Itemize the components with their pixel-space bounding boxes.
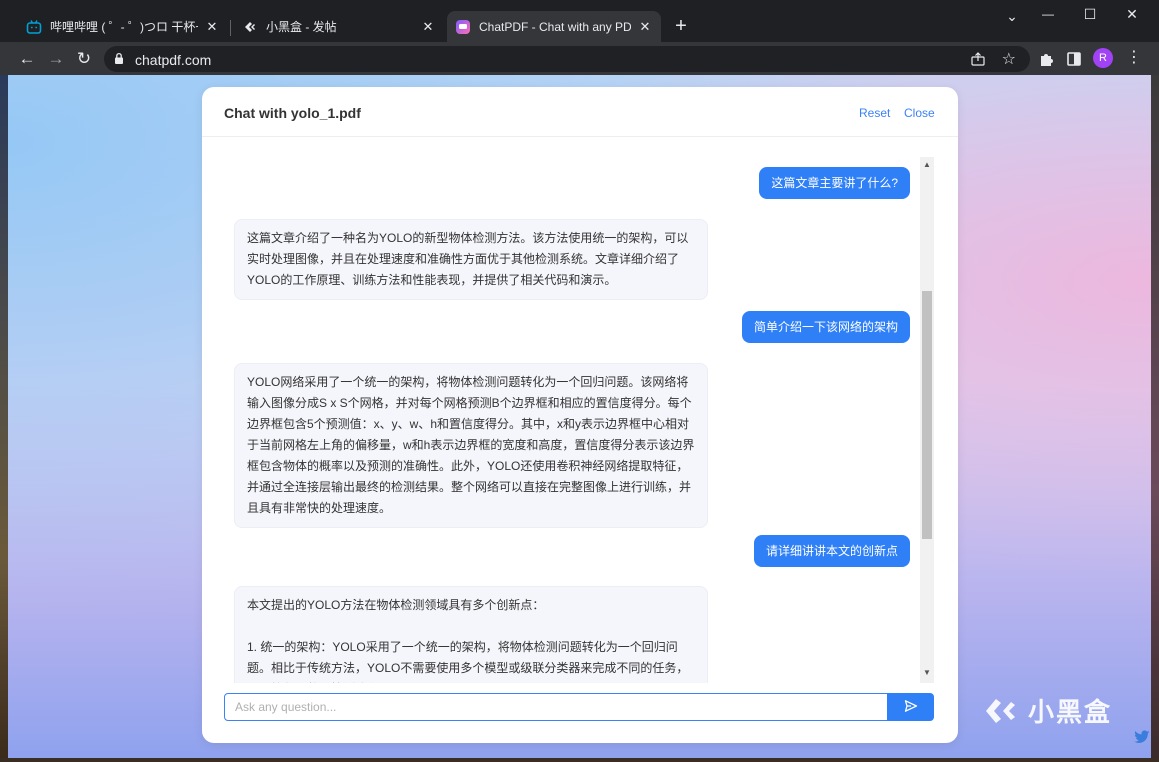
profile-avatar[interactable]: R xyxy=(1093,48,1113,68)
assistant-message: 这篇文章介绍了一种名为YOLO的新型物体检测方法。该方法使用统一的架构，可以实时… xyxy=(234,219,708,300)
tab-heybox[interactable]: 小黑盒 - 发帖 ✕ xyxy=(234,11,444,42)
reload-icon[interactable]: ↻ xyxy=(73,48,95,70)
maximize-button[interactable]: ☐ xyxy=(1068,0,1112,32)
send-icon xyxy=(904,699,918,716)
heybox-logo-icon xyxy=(986,698,1015,723)
chat-header: Chat with yolo_1.pdf Reset Close xyxy=(202,87,958,137)
extensions-puzzle-icon[interactable] xyxy=(1038,51,1054,72)
scroll-up-icon[interactable]: ▲ xyxy=(923,161,931,169)
chat-messages[interactable]: 这篇文章主要讲了什么? 这篇文章介绍了一种名为YOLO的新型物体检测方法。该方法… xyxy=(224,157,936,683)
close-window-button[interactable]: ✕ xyxy=(1110,0,1154,32)
bookmark-star-icon[interactable]: ☆ xyxy=(1002,49,1016,69)
desktop-edge-left xyxy=(0,75,8,762)
chat-card: Chat with yolo_1.pdf Reset Close 这篇文章主要讲… xyxy=(202,87,958,743)
share-icon[interactable] xyxy=(970,51,986,72)
browser-toolbar: ← → ↻ chatpdf.com ☆ xyxy=(0,42,1159,75)
new-tab-button[interactable]: + xyxy=(670,16,692,38)
tab-title: 哔哩哔哩 ( ゜- ゜)つロ 干杯~-bilibili xyxy=(50,20,198,34)
chat-scrollbar[interactable]: ▲ ▼ xyxy=(920,157,934,683)
watermark-text: 小黑盒 xyxy=(1028,697,1113,727)
assistant-message: YOLO网络采用了一个统一的架构，将物体检测问题转化为一个回归问题。该网络将输入… xyxy=(234,363,708,528)
send-button[interactable] xyxy=(887,693,934,721)
close-tab-icon[interactable]: ✕ xyxy=(420,19,436,35)
scroll-down-icon[interactable]: ▼ xyxy=(923,669,931,677)
back-icon[interactable]: ← xyxy=(16,48,38,70)
browser-menu-icon[interactable]: ⋮ xyxy=(1126,49,1142,67)
tab-bilibili[interactable]: 哔哩哔哩 ( ゜- ゜)つロ 干杯~-bilibili ✕ xyxy=(18,11,228,42)
tab-title: ChatPDF - Chat with any PDF! xyxy=(479,19,631,34)
chat-title: Chat with yolo_1.pdf xyxy=(224,105,361,121)
page-viewport: Chat with yolo_1.pdf Reset Close 这篇文章主要讲… xyxy=(8,75,1151,758)
heybox-icon xyxy=(242,19,258,35)
browser-titlebar: 哔哩哔哩 ( ゜- ゜)つロ 干杯~-bilibili ✕ 小黑盒 - 发帖 ✕… xyxy=(0,0,1159,42)
question-input[interactable] xyxy=(224,693,888,721)
close-button[interactable]: Close xyxy=(904,106,935,120)
url-text: chatpdf.com xyxy=(135,52,212,68)
desktop-edge-right xyxy=(1151,75,1159,762)
chatpdf-icon xyxy=(455,19,471,35)
close-tab-icon[interactable]: ✕ xyxy=(637,19,653,35)
question-composer xyxy=(224,693,936,721)
close-tab-icon[interactable]: ✕ xyxy=(204,19,220,35)
reset-button[interactable]: Reset xyxy=(859,106,890,120)
user-message: 请详细讲讲本文的创新点 xyxy=(753,535,910,567)
user-message: 简单介绍一下该网络的架构 xyxy=(741,311,910,343)
assistant-message: 本文提出的YOLO方法在物体检测领域具有多个创新点： 1. 统一的架构：YOLO… xyxy=(234,586,708,683)
forward-icon[interactable]: → xyxy=(45,48,67,70)
tab-chatpdf[interactable]: ChatPDF - Chat with any PDF! ✕ xyxy=(447,11,661,42)
side-panel-icon[interactable] xyxy=(1066,51,1082,72)
desktop-edge-bottom xyxy=(0,758,1159,762)
scrollbar-thumb[interactable] xyxy=(922,291,932,539)
heybox-watermark: 小黑盒 xyxy=(984,692,1150,743)
address-bar[interactable]: chatpdf.com ☆ xyxy=(104,46,1030,72)
lock-icon[interactable] xyxy=(114,52,124,70)
minimize-button[interactable]: — xyxy=(1026,0,1070,32)
tab-title: 小黑盒 - 发帖 xyxy=(266,20,337,34)
twitter-bird-icon xyxy=(1134,720,1150,751)
tab-divider xyxy=(230,20,231,36)
bilibili-icon xyxy=(26,19,42,35)
user-message: 这篇文章主要讲了什么? xyxy=(759,167,910,199)
